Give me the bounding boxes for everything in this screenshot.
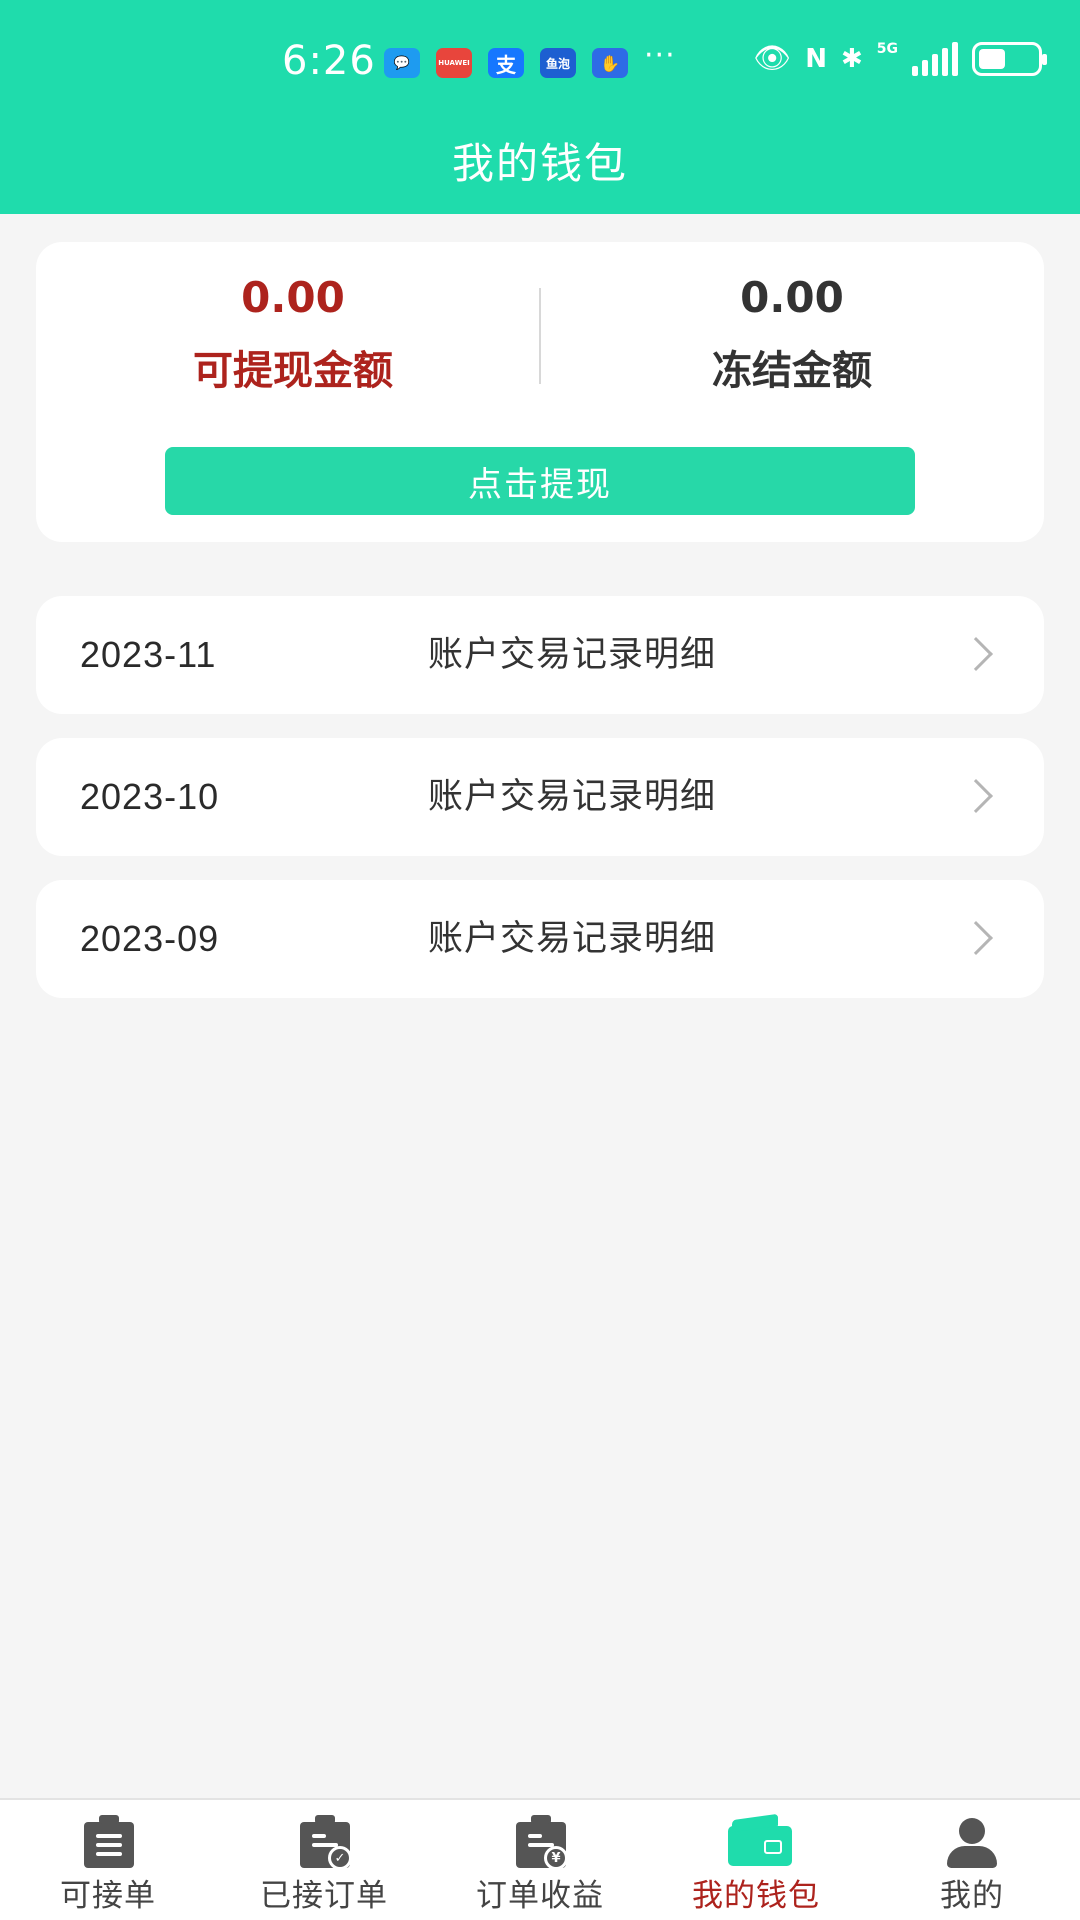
clipboard-check-icon: ✓ <box>294 1814 354 1870</box>
status-bar: 6:26 💬 HUAWEI 支 鱼泡 ✋ ··· 👁 N ✱ 5G <box>0 0 1080 120</box>
tab-available-orders[interactable]: 可接单 <box>0 1800 216 1920</box>
record-title: 账户交易记录明细 <box>428 919 717 959</box>
frozen-label: 冻结金额 <box>712 348 872 394</box>
assistant-icon: ✋ <box>592 48 628 78</box>
yupao-icon: 鱼泡 <box>540 48 576 78</box>
withdrawable-balance: 0.00 可提现金额 <box>36 272 540 396</box>
record-title: 账户交易记录明细 <box>428 635 717 675</box>
record-title: 账户交易记录明细 <box>428 777 717 817</box>
tab-label: 我的 <box>940 1878 1004 1914</box>
record-month: 2023-09 <box>80 918 220 959</box>
balance-card: 0.00 可提现金额 0.00 冻结金额 点击提现 <box>36 242 1044 542</box>
tab-order-earnings[interactable]: ¥ 订单收益 <box>432 1800 648 1920</box>
user-icon <box>942 1814 1002 1868</box>
eye-icon: 👁 <box>753 41 792 76</box>
withdrawable-label: 可提现金额 <box>193 348 393 394</box>
clipboard-list-icon <box>78 1814 138 1868</box>
frozen-amount: 0.00 <box>740 273 844 322</box>
tab-label: 已接订单 <box>260 1878 388 1914</box>
status-time: 6:26 <box>282 38 376 84</box>
signal-icon <box>912 42 958 76</box>
system-icons: 👁 N ✱ 5G <box>753 41 1047 76</box>
wallet-icon <box>726 1814 792 1868</box>
tab-my-wallet[interactable]: 我的钱包 <box>648 1800 864 1920</box>
record-row-2023-11[interactable]: 2023-11 账户交易记录明细 <box>36 596 1044 714</box>
notification-icons: 💬 HUAWEI 支 鱼泡 ✋ <box>384 48 628 78</box>
battery-icon <box>972 42 1047 76</box>
withdraw-button[interactable]: 点击提现 <box>165 447 915 515</box>
huawei-appgallery-icon: HUAWEI <box>436 48 472 78</box>
page-title: 我的钱包 <box>451 139 628 188</box>
clipboard-yen-icon: ¥ <box>510 1814 570 1870</box>
app-header: 6:26 💬 HUAWEI 支 鱼泡 ✋ ··· 👁 N ✱ 5G 我的钱包 <box>0 0 1080 214</box>
tab-label: 可接单 <box>60 1878 156 1914</box>
bottom-tab-bar: 可接单 ✓ 已接订单 ¥ 订单收益 我的钱包 我的 <box>0 1798 1080 1920</box>
record-row-2023-09[interactable]: 2023-09 账户交易记录明细 <box>36 880 1044 998</box>
withdrawable-amount: 0.00 <box>241 273 345 322</box>
chevron-right-icon <box>959 921 993 955</box>
tab-label: 订单收益 <box>476 1878 604 1914</box>
more-notifications-icon: ··· <box>644 38 676 73</box>
frozen-balance: 0.00 冻结金额 <box>540 272 1044 396</box>
bluetooth-icon: ✱ <box>840 44 863 74</box>
messages-app-icon: 💬 <box>384 48 420 78</box>
alipay-icon: 支 <box>488 48 524 78</box>
network-type-label: 5G <box>876 41 898 57</box>
record-row-2023-10[interactable]: 2023-10 账户交易记录明细 <box>36 738 1044 856</box>
record-month: 2023-11 <box>80 634 217 675</box>
chevron-right-icon <box>959 637 993 671</box>
tab-accepted-orders[interactable]: ✓ 已接订单 <box>216 1800 432 1920</box>
tab-profile[interactable]: 我的 <box>864 1800 1080 1920</box>
record-month: 2023-10 <box>80 776 220 817</box>
chevron-right-icon <box>959 779 993 813</box>
tab-label: 我的钱包 <box>692 1878 820 1914</box>
nfc-icon: N <box>805 44 827 74</box>
